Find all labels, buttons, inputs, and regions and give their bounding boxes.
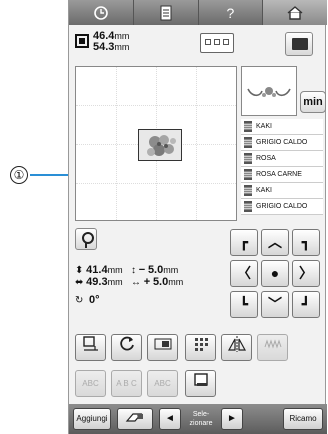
rotate-icon: ↻ (75, 295, 84, 306)
pattern-size: 46.4mm 54.3mm (75, 30, 185, 58)
width-readout: ⬌ 49.3mm ↔ + 5.0mm (75, 276, 184, 288)
frame-button[interactable] (185, 370, 216, 397)
page-icon (160, 5, 172, 20)
thread-item[interactable]: ROSA CARNE (241, 167, 323, 183)
add-button[interactable]: Aggiungi (73, 408, 111, 430)
resize-icon (82, 336, 98, 351)
home-icon (287, 5, 303, 20)
thread-spool-icon (244, 185, 252, 196)
rotate-button[interactable] (111, 334, 142, 361)
thread-item[interactable]: GRIGIO CALDO (241, 199, 323, 215)
thread-spool-icon (244, 121, 252, 132)
move-up-right-button[interactable]: ┓ (292, 229, 320, 256)
size-icon (75, 34, 89, 48)
embroidery-button[interactable]: Ricamo (283, 408, 323, 430)
selected-pattern[interactable] (138, 129, 182, 161)
pattern-height: 54.3mm (93, 41, 130, 53)
thread-item[interactable]: KAKI (241, 183, 323, 199)
move-up-left-button[interactable]: ┏ (230, 229, 258, 256)
thread-item[interactable]: ROSA (241, 151, 323, 167)
thread-spool-icon (244, 201, 252, 212)
page-button[interactable] (134, 0, 199, 25)
angle-readout: ↻ 0° (75, 294, 100, 306)
memory-icon (292, 38, 308, 50)
size-button[interactable] (75, 334, 106, 361)
move-left-button[interactable]: 〈 (230, 260, 258, 287)
thread-item[interactable]: GRIGIO CALDO (241, 135, 323, 151)
zigzag-icon (264, 339, 281, 349)
stitch-button[interactable] (257, 334, 288, 361)
thread-spool-icon (244, 137, 252, 148)
select-prev-button[interactable]: ◄ (159, 408, 181, 430)
select-label: Sele-zionare (189, 411, 213, 427)
select-next-button[interactable]: ► (221, 408, 243, 430)
move-right-button[interactable]: 〉 (292, 260, 320, 287)
arc-text-button[interactable]: A B C (111, 370, 142, 397)
eraser-icon (125, 413, 143, 422)
hoop-display-button[interactable] (200, 33, 234, 53)
character-spacing-button[interactable]: ABC (75, 370, 106, 397)
width-icon: ⬌ (75, 277, 84, 288)
help-button[interactable]: ? (199, 0, 264, 25)
density-button[interactable] (147, 334, 178, 361)
flower-pattern-icon (147, 135, 176, 156)
rotate-icon (119, 336, 134, 351)
embroidery-edit-screen: ? 46.4mm 54.3mm min KAKI GRIGIO CALDO RO… (68, 0, 327, 434)
move-down-right-button[interactable]: ┛ (292, 291, 320, 318)
edit-tools: ABC A B C ABC (75, 334, 323, 400)
array-button[interactable] (185, 334, 216, 361)
bottom-bar: Aggiungi ◄ Sele-zionare ► Ricamo (69, 404, 327, 434)
eraser-button[interactable] (117, 408, 153, 430)
height-readout: ⬍ 41.4mm ↕ − 5.0mm (75, 264, 179, 276)
vertical-offset-icon: ↕ (130, 265, 136, 276)
thread-spool-icon (244, 169, 252, 180)
home-button[interactable] (263, 0, 327, 25)
density-icon (154, 338, 171, 350)
thread-spool-icon (244, 153, 252, 164)
clock-icon (94, 5, 108, 20)
min-button[interactable]: min (300, 91, 326, 113)
border-text-button[interactable]: ABC (147, 370, 178, 397)
mirror-button[interactable] (221, 334, 252, 361)
thread-color-list: KAKI GRIGIO CALDO ROSA ROSA CARNE KAKI G… (241, 119, 323, 215)
frame-icon (193, 373, 208, 386)
arrow-pad: ┏ ︿ ┓ 〈 ● 〉 ┗ ﹀ ┛ (230, 229, 322, 321)
swirl-preview-icon (247, 87, 291, 97)
memory-button[interactable] (285, 32, 313, 56)
horizontal-offset-icon: ↔ (130, 277, 141, 288)
clock-button[interactable] (69, 0, 134, 25)
thread-item[interactable]: KAKI (241, 119, 323, 135)
move-down-left-button[interactable]: ┗ (230, 291, 258, 318)
magnify-button[interactable] (75, 228, 97, 250)
center-button[interactable]: ● (261, 260, 289, 287)
pattern-preview (241, 66, 297, 116)
top-bar: ? (69, 0, 327, 25)
mirror-icon (227, 336, 246, 352)
callout-number: ① (10, 166, 28, 184)
pattern-display-area[interactable] (75, 66, 237, 221)
grid-icon (194, 338, 208, 351)
height-icon: ⬍ (75, 265, 84, 276)
move-up-button[interactable]: ︿ (261, 229, 289, 256)
move-down-button[interactable]: ﹀ (261, 291, 289, 318)
